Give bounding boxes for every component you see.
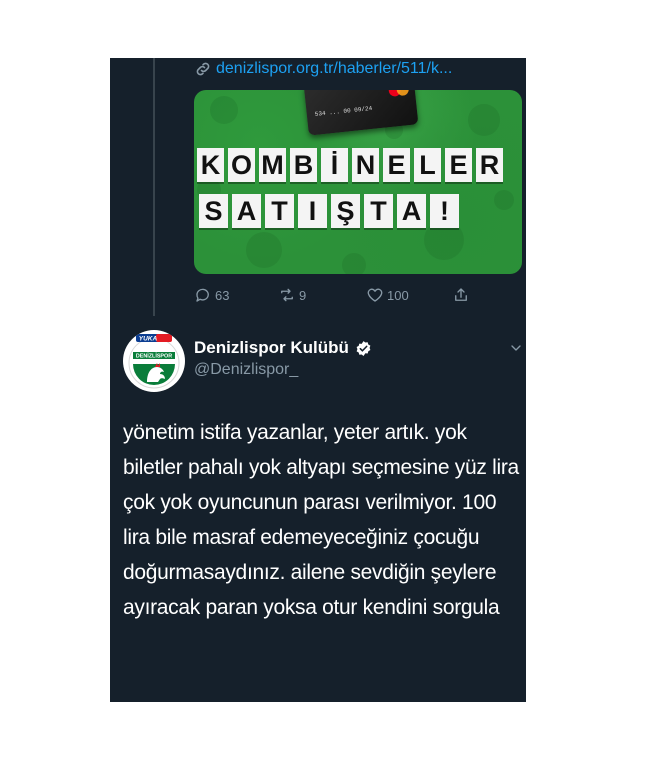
tweet-text: yönetim istifa yazanlar, yeter artık. yo… bbox=[123, 421, 519, 619]
verified-icon bbox=[356, 340, 371, 356]
card-link[interactable]: denizlispor.org.tr/haberler/511/k... bbox=[194, 60, 452, 78]
author-name[interactable]: Denizlispor Kulübü bbox=[194, 338, 349, 358]
kombineler-letter-tile: E bbox=[383, 148, 410, 182]
satista-letter-tile: ! bbox=[430, 194, 459, 228]
kombineler-letter-tile: L bbox=[414, 148, 441, 182]
tweet-actions: 63 9 100 bbox=[194, 286, 522, 306]
satista-letter-tile: S bbox=[199, 194, 228, 228]
chevron-down-icon[interactable] bbox=[508, 340, 524, 356]
reply-button[interactable]: 63 bbox=[194, 286, 229, 304]
retweet-icon bbox=[281, 288, 293, 302]
svg-text:DENİZLİSPOR: DENİZLİSPOR bbox=[136, 353, 172, 360]
svg-text:YUKA: YUKA bbox=[139, 336, 158, 343]
avatar[interactable]: DENİZLİSPOR YUKA bbox=[123, 330, 185, 392]
kombineler-letter-tile: R bbox=[476, 148, 503, 182]
link-text[interactable]: denizlispor.org.tr/haberler/511/k... bbox=[216, 60, 452, 78]
kombineler-letter-tile: M bbox=[259, 148, 286, 182]
author-name-row[interactable]: Denizlispor Kulübü bbox=[194, 338, 372, 358]
kombineler-letter-tile: B bbox=[290, 148, 317, 182]
satista-letter-tile: T bbox=[364, 194, 393, 228]
tweet-panel: denizlispor.org.tr/haberler/511/k... 534… bbox=[110, 58, 526, 702]
like-count: 100 bbox=[387, 287, 409, 303]
satista-letter-tile: Ş bbox=[331, 194, 360, 228]
kombineler-letter-tile: N bbox=[352, 148, 379, 182]
card-title-row-1: KOMBİNELER bbox=[197, 148, 503, 182]
kombineler-letter-tile: O bbox=[228, 148, 255, 182]
reply-icon bbox=[196, 288, 209, 302]
retweet-count: 9 bbox=[299, 287, 307, 303]
card-title-row-2: S A T I Ş T A! bbox=[199, 194, 459, 228]
like-button[interactable]: 100 bbox=[366, 286, 409, 304]
author-handle[interactable]: @Denizlispor_ bbox=[194, 361, 298, 379]
share-icon bbox=[455, 288, 467, 301]
kombineler-letter-tile: E bbox=[445, 148, 472, 182]
share-button[interactable] bbox=[452, 286, 470, 304]
kombineler-letter-tile: İ bbox=[321, 148, 348, 182]
retweet-button[interactable]: 9 bbox=[278, 286, 306, 304]
link-icon bbox=[196, 62, 210, 76]
link-card-image[interactable]: 534 ... 00 09/24 KOMBİNELER S A T I Ş T A! bbox=[194, 90, 522, 274]
satista-letter-tile: T bbox=[265, 194, 294, 228]
satista-letter-tile: A bbox=[397, 194, 426, 228]
reply-count: 63 bbox=[215, 287, 230, 303]
thread-line bbox=[153, 58, 155, 316]
club-logo: DENİZLİSPOR YUKA bbox=[128, 334, 180, 389]
like-icon bbox=[367, 288, 383, 302]
kombineler-letter-tile: K bbox=[197, 148, 224, 182]
satista-letter-tile: A bbox=[232, 194, 261, 228]
satista-letter-tile: I bbox=[298, 194, 327, 228]
